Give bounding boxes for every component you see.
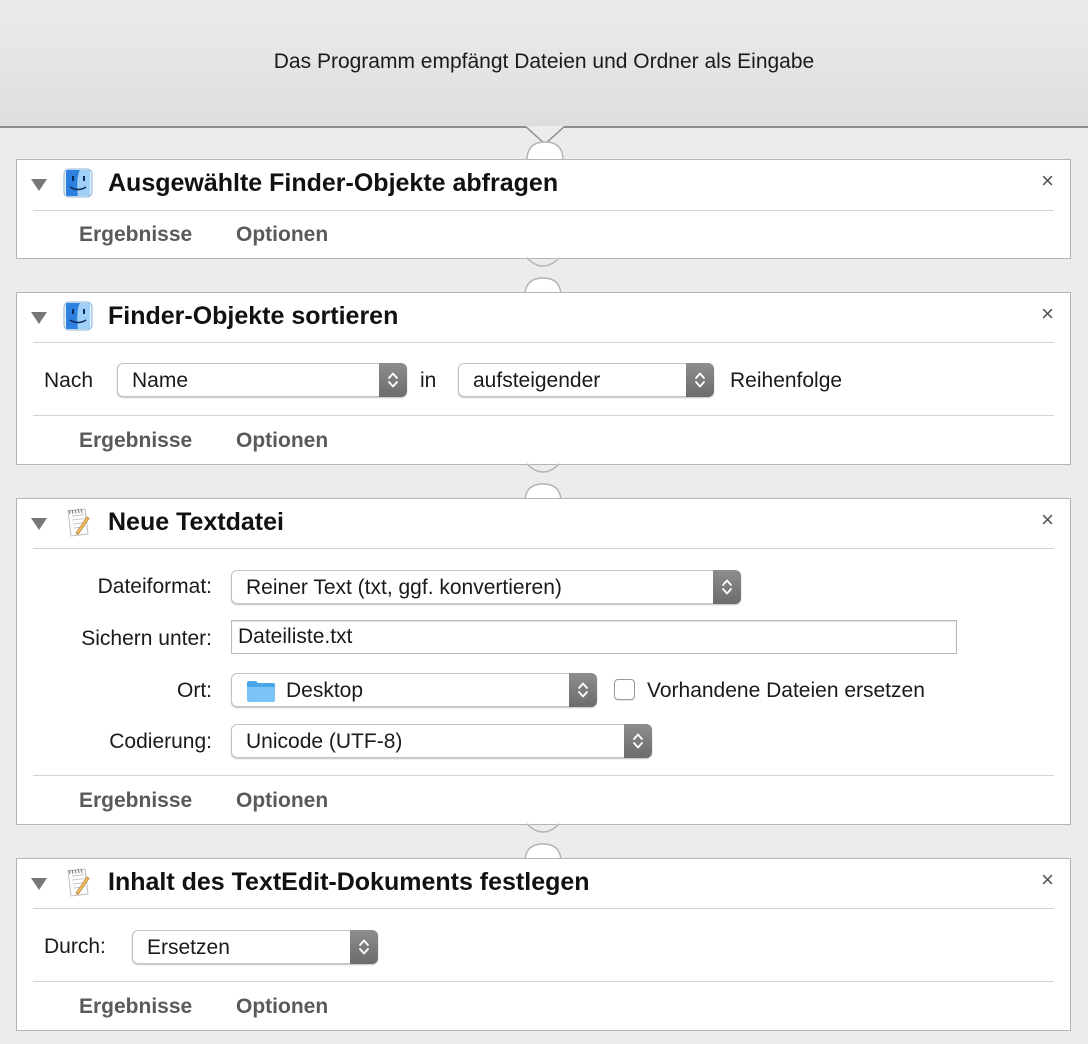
action-title: Inhalt des TextEdit-Dokuments festlegen	[108, 868, 590, 896]
action-title: Ausgewählte Finder-Objekte abfragen	[108, 169, 559, 197]
divider	[33, 342, 1054, 343]
action-set-textedit-contents: Inhalt des TextEdit-Dokuments festlegen …	[16, 858, 1071, 1031]
order-suffix-label: Reihenfolge	[730, 369, 843, 392]
connector-notch-icon	[524, 256, 562, 296]
file-format-select[interactable]: Reiner Text (txt, ggf. konvertieren)	[231, 570, 741, 604]
workflow-input-text: Das Programm empfängt Dateien und Ordner…	[273, 50, 815, 73]
location-select[interactable]: Desktop	[231, 673, 597, 707]
replace-existing-label: Vorhandene Dateien ersetzen	[647, 679, 925, 702]
encoding-value: Unicode (UTF-8)	[246, 730, 403, 753]
stepper-icon	[624, 724, 652, 758]
action-header: Finder-Objekte sortieren ×	[17, 293, 1070, 343]
action-new-text-file: Neue Textdatei × Dateiformat: Reiner Tex…	[16, 498, 1071, 825]
mode-value: Ersetzen	[147, 936, 230, 959]
mode-select[interactable]: Ersetzen	[132, 930, 378, 964]
stepper-icon	[350, 930, 378, 964]
divider	[33, 981, 1054, 982]
in-label: in	[420, 369, 437, 392]
sort-by-label: Nach	[44, 369, 94, 392]
close-icon[interactable]: ×	[1041, 507, 1054, 533]
close-icon[interactable]: ×	[1041, 867, 1054, 893]
location-value: Desktop	[286, 679, 364, 702]
options-button[interactable]: Optionen	[236, 995, 328, 1019]
textedit-icon	[63, 507, 93, 537]
sort-order-value: aufsteigender	[473, 369, 601, 392]
action-sort-finder-items: Finder-Objekte sortieren × Nach Name in …	[16, 292, 1071, 465]
encoding-select[interactable]: Unicode (UTF-8)	[231, 724, 652, 758]
results-button[interactable]: Ergebnisse	[79, 429, 192, 453]
mode-label: Durch:	[44, 935, 106, 958]
location-label: Ort:	[177, 679, 212, 702]
divider	[33, 548, 1054, 549]
close-icon[interactable]: ×	[1041, 301, 1054, 327]
options-button[interactable]: Optionen	[236, 223, 328, 247]
sort-order-select[interactable]: aufsteigender	[458, 363, 714, 397]
connector-notch-icon	[524, 126, 566, 160]
divider	[33, 908, 1054, 909]
results-button[interactable]: Ergebnisse	[79, 995, 192, 1019]
options-button[interactable]: Optionen	[236, 429, 328, 453]
save-as-label: Sichern unter:	[81, 627, 212, 650]
disclosure-triangle-icon[interactable]	[31, 518, 47, 530]
action-header: Ausgewählte Finder-Objekte abfragen ×	[17, 160, 1070, 210]
workflow-input-header: Das Programm empfängt Dateien und Ordner…	[0, 0, 1088, 128]
folder-icon	[247, 681, 275, 702]
connector-notch-icon	[524, 822, 562, 862]
file-format-label: Dateiformat:	[97, 575, 212, 598]
stepper-icon	[569, 673, 597, 707]
results-button[interactable]: Ergebnisse	[79, 789, 192, 813]
finder-icon	[63, 168, 93, 198]
divider	[33, 415, 1054, 416]
action-title: Neue Textdatei	[108, 508, 284, 536]
disclosure-triangle-icon[interactable]	[31, 878, 47, 890]
action-get-selected-finder-items: Ausgewählte Finder-Objekte abfragen × Er…	[16, 159, 1071, 259]
file-format-value: Reiner Text (txt, ggf. konvertieren)	[246, 576, 562, 599]
finder-icon	[63, 301, 93, 331]
sort-by-value: Name	[132, 369, 189, 392]
replace-existing-checkbox[interactable]	[614, 679, 635, 700]
results-button[interactable]: Ergebnisse	[79, 223, 192, 247]
encoding-label: Codierung:	[109, 730, 212, 753]
divider	[33, 210, 1054, 211]
close-icon[interactable]: ×	[1041, 168, 1054, 194]
textedit-icon	[63, 867, 93, 897]
action-header: Neue Textdatei ×	[17, 499, 1070, 549]
save-as-input[interactable]	[231, 620, 957, 654]
action-title: Finder-Objekte sortieren	[108, 302, 399, 330]
disclosure-triangle-icon[interactable]	[31, 312, 47, 324]
stepper-icon	[713, 570, 741, 604]
action-header: Inhalt des TextEdit-Dokuments festlegen …	[17, 859, 1070, 909]
sort-by-select[interactable]: Name	[117, 363, 407, 397]
disclosure-triangle-icon[interactable]	[31, 179, 47, 191]
options-button[interactable]: Optionen	[236, 789, 328, 813]
divider	[33, 775, 1054, 776]
connector-notch-icon	[524, 462, 562, 502]
stepper-icon	[686, 363, 714, 397]
stepper-icon	[379, 363, 407, 397]
